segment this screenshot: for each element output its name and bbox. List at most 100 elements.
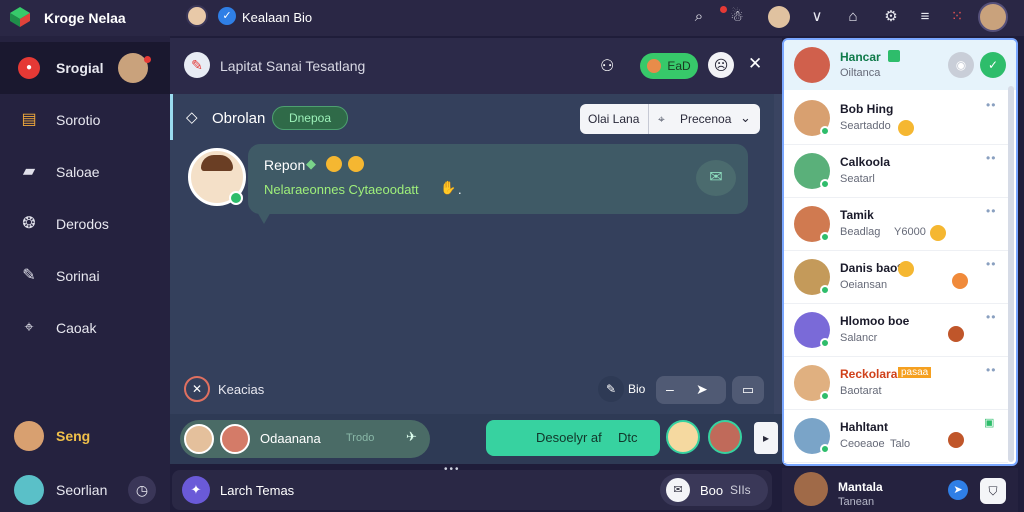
user-icon[interactable]: ⚇ (600, 56, 614, 76)
sidebar-profile-seorlian[interactable]: Seorlian ◷ (0, 464, 170, 512)
more-icon[interactable]: •• (986, 257, 996, 271)
avatar (220, 424, 250, 454)
contact-item[interactable]: Reckolara pasaa Baotarat •• (784, 357, 1008, 410)
sidebar-item-derodos[interactable]: ❂ Derodos (0, 198, 170, 250)
emoji-icon (898, 261, 914, 277)
chevron-down-icon[interactable]: ⌄ (740, 110, 751, 126)
send-icon[interactable]: ➤ (948, 480, 968, 500)
contact-name: Calkoola (840, 155, 891, 169)
sidebar-item-label: Saloae (56, 164, 100, 180)
dropdown-right-label[interactable]: Precenoa (680, 112, 731, 126)
shield-icon[interactable]: ⛉ (980, 478, 1006, 504)
avatar (14, 475, 44, 505)
add-icon[interactable]: ✓ (980, 52, 1006, 78)
contact-item[interactable]: Hlomoo boe Salancr •• (784, 304, 1008, 357)
profile-label: Seng (56, 428, 91, 444)
sidebar-item-saloae[interactable]: ▰ Saloae (0, 146, 170, 198)
home-icon[interactable]: ⌂ (842, 6, 864, 28)
send-icon[interactable]: ➤ (696, 381, 708, 398)
gem-icon: ◆ (306, 156, 316, 171)
close-icon[interactable]: ✕ (748, 54, 762, 74)
sad-face-icon[interactable]: ☹ (708, 52, 734, 78)
notification-icon[interactable]: ☃ (726, 6, 748, 28)
contact-status: Seatarl (840, 173, 875, 185)
channel-badge[interactable]: Dnepoa (272, 106, 348, 130)
hand-emoji-icon: ✋ (440, 180, 457, 195)
sidebar-profile-seng[interactable]: Seng (0, 410, 170, 462)
search-icon[interactable]: ⌕ (688, 6, 710, 28)
message-bubble (248, 144, 748, 214)
message-text: Nelaraeonnes Cytaeoodatt (264, 182, 419, 197)
contacts-scrollbar[interactable] (1008, 86, 1014, 462)
chat-scrollbar[interactable] (774, 94, 782, 414)
expand-icon[interactable]: ▸ (754, 422, 778, 454)
grid-icon[interactable]: ⁙ (946, 6, 968, 28)
profile-sub-label: Seorlian (56, 482, 108, 498)
sidebar-item-label: Srogial (56, 60, 104, 76)
user-avatar[interactable] (186, 5, 208, 27)
user-name[interactable]: Kealaan Bio (242, 10, 312, 25)
chat-title: Lapitat Sanai Tesatlang (220, 58, 366, 74)
verified-icon: ✓ (218, 7, 236, 25)
send-tag: Dtc (618, 430, 638, 445)
sidebar-item-sorotio[interactable]: ▤ Sorotio (0, 94, 170, 146)
info-icon[interactable]: ◉ (948, 52, 974, 78)
sidebar-item-srogial[interactable]: ● Srogial (0, 42, 170, 94)
panel-icon[interactable]: ▭ (732, 376, 764, 404)
footer-action-label[interactable]: Keacias (218, 382, 264, 397)
more-icon[interactable]: •• (986, 151, 996, 165)
sidebar-item-caoak[interactable]: ⌖ Caoak (0, 302, 170, 354)
contact-item[interactable]: Hahltant Ceoeaoe Talo ▣ (784, 410, 1008, 463)
avatar[interactable] (794, 47, 830, 83)
status-pill[interactable]: EaD (640, 53, 698, 79)
compose-bar: Odaanana Trodo ✈ Desoelyr af Dtc ▸ (170, 414, 782, 464)
tool-group[interactable]: – ➤ (656, 376, 726, 404)
contacts-panel: Hancar Oiltanca ◉ ✓ Bob Hing Seartaddo •… (782, 38, 1018, 466)
message-input[interactable]: ✦ Larch Temas ✉ Boo SIIs (172, 470, 772, 510)
sparkle-icon[interactable]: ✦ (182, 476, 210, 504)
avatar[interactable] (666, 420, 700, 454)
chevron-down-icon[interactable]: ∨ (806, 6, 828, 28)
cancel-icon[interactable]: ✕ (184, 376, 210, 402)
dropdown-group: Olai Lana ⌖ Precenoa ⌄ (580, 104, 760, 134)
contact-item[interactable]: Bob Hing Seartaddo •• (784, 92, 1008, 145)
contact-tag: pasaa (898, 367, 932, 378)
message-icon[interactable]: ▣ (984, 416, 994, 429)
contact-name: Reckolara (840, 367, 898, 381)
dropdown-left-label[interactable]: Olai Lana (588, 112, 639, 126)
contact-item[interactable]: Tamik Beadlag Y6000 •• (784, 198, 1008, 251)
minus-icon[interactable]: – (666, 381, 674, 397)
contacts-header: Hancar Oiltanca ◉ ✓ (784, 40, 1016, 90)
message-avatar[interactable] (188, 148, 246, 206)
contact-name: Hlomoo boe (840, 314, 910, 328)
send-button[interactable]: Desoelyr af Dtc (486, 420, 660, 456)
more-icon[interactable]: •• (986, 310, 996, 324)
menu-icon[interactable]: ≡ (914, 6, 936, 28)
friend-avatar-icon[interactable] (768, 6, 790, 28)
compose-chip[interactable]: Odaanana Trodo ✈ (180, 420, 430, 458)
airplane-icon[interactable]: ✈ (406, 429, 417, 445)
contact-name: Tamik (840, 208, 874, 222)
more-icon[interactable]: •• (986, 363, 996, 377)
notification-dot (720, 6, 727, 13)
contact-item[interactable]: Danis baot Oeiansan •• (784, 251, 1008, 304)
sidebar-item-sorinai[interactable]: ✎ Sorinai (0, 250, 170, 302)
contact-name: Mantala (838, 480, 883, 494)
unread-dot (144, 56, 151, 63)
record-icon: ● (18, 57, 40, 79)
contact-item[interactable]: Mantala Tanean ➤ ⛉ (782, 468, 1018, 512)
message-action-icon[interactable]: ✉ (696, 160, 736, 196)
input-action[interactable]: ✉ Boo SIIs (660, 474, 768, 506)
more-icon[interactable]: •• (986, 204, 996, 218)
edit-button[interactable]: ✎ Bio (598, 376, 650, 404)
compose-hint: Trodo (346, 432, 375, 444)
profile-avatar[interactable] (978, 2, 1008, 32)
contact-item[interactable]: Calkoola Seatarl •• (784, 145, 1008, 198)
settings-icon[interactable]: ◷ (128, 476, 156, 504)
emoji-icon (952, 273, 968, 289)
settings-icon[interactable]: ⚙ (880, 6, 902, 28)
chip-icon: ❂ (22, 215, 36, 232)
avatar[interactable] (708, 420, 742, 454)
online-badge (820, 179, 830, 189)
more-icon[interactable]: •• (986, 98, 996, 112)
